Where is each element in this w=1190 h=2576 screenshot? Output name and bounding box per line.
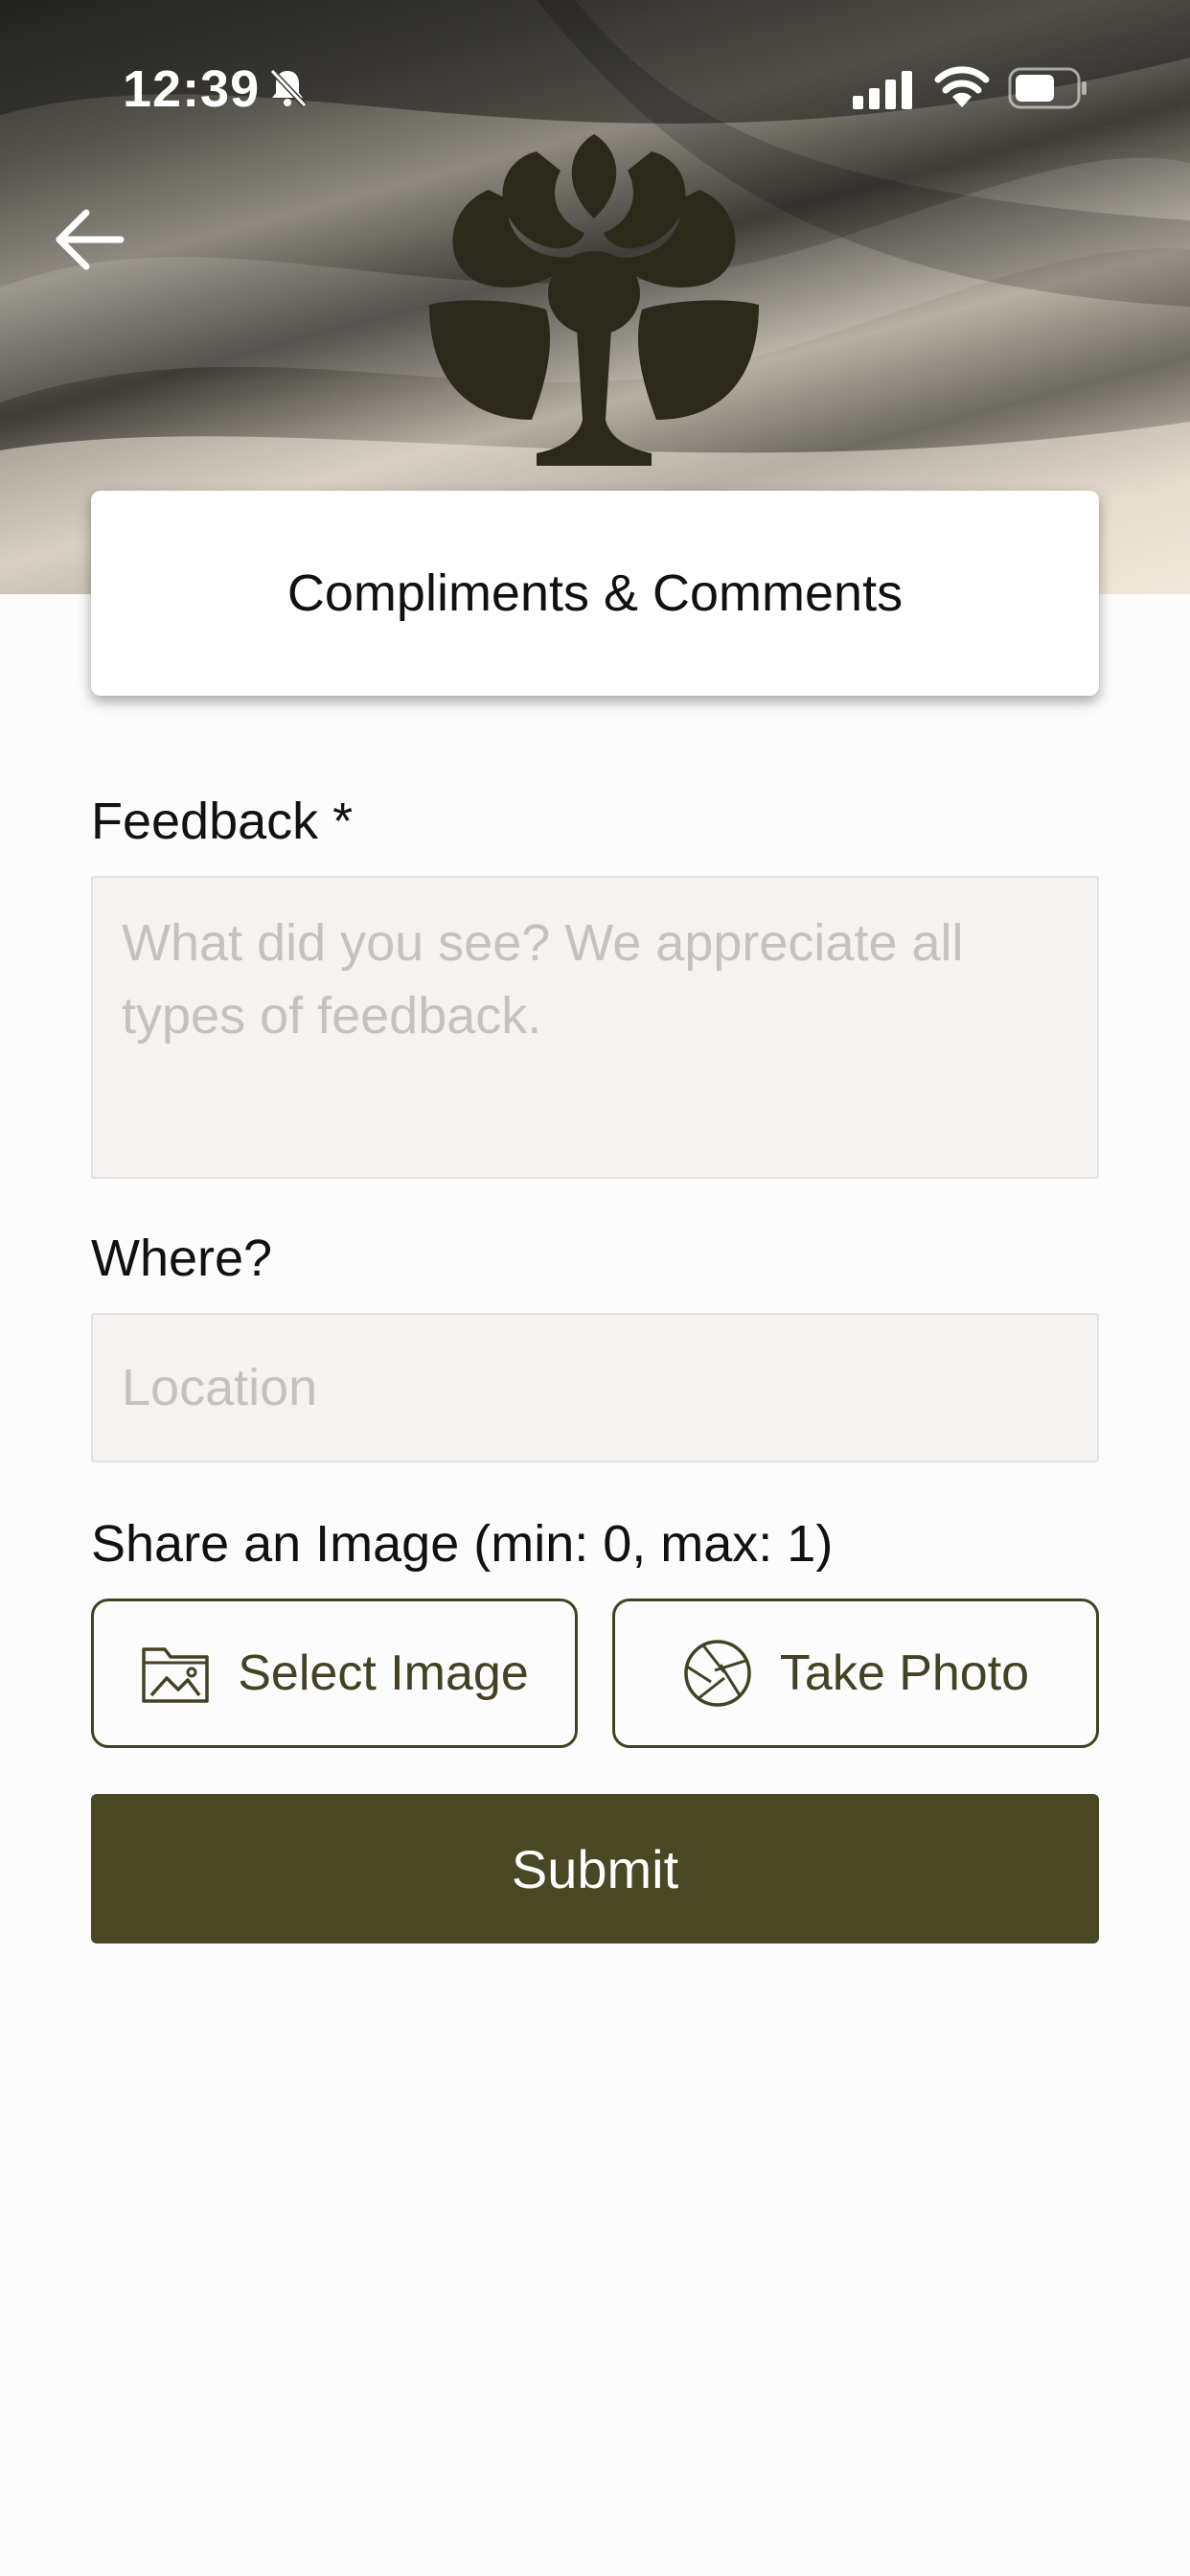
wifi-icon bbox=[934, 66, 990, 107]
submit-label: Submit bbox=[511, 1838, 679, 1899]
share-image-label: Share an Image (min: 0, max: 1) bbox=[91, 1515, 834, 1573]
lotus-tree-logo bbox=[429, 134, 759, 466]
feedback-field[interactable] bbox=[91, 876, 1099, 1179]
camera-aperture-icon bbox=[684, 1640, 751, 1707]
title-card: Compliments & Comments bbox=[91, 491, 1099, 696]
arrow-left-icon bbox=[56, 209, 125, 270]
take-photo-button[interactable]: Take Photo bbox=[612, 1598, 1099, 1748]
select-image-label: Select Image bbox=[238, 1645, 529, 1701]
battery-icon bbox=[1008, 67, 1087, 109]
select-image-button[interactable]: Select Image bbox=[91, 1598, 578, 1748]
submit-button[interactable]: Submit bbox=[91, 1794, 1099, 1944]
take-photo-label: Take Photo bbox=[779, 1645, 1030, 1701]
location-field[interactable] bbox=[91, 1313, 1099, 1462]
page-title: Compliments & Comments bbox=[286, 564, 904, 622]
feedback-label: Feedback * bbox=[91, 793, 354, 850]
image-folder-icon bbox=[142, 1647, 209, 1703]
back-button[interactable] bbox=[50, 203, 130, 276]
bell-slash-icon bbox=[269, 68, 308, 108]
signal-icon bbox=[853, 71, 912, 109]
where-label: Where? bbox=[91, 1230, 273, 1287]
status-time: 12:39 bbox=[123, 60, 261, 118]
